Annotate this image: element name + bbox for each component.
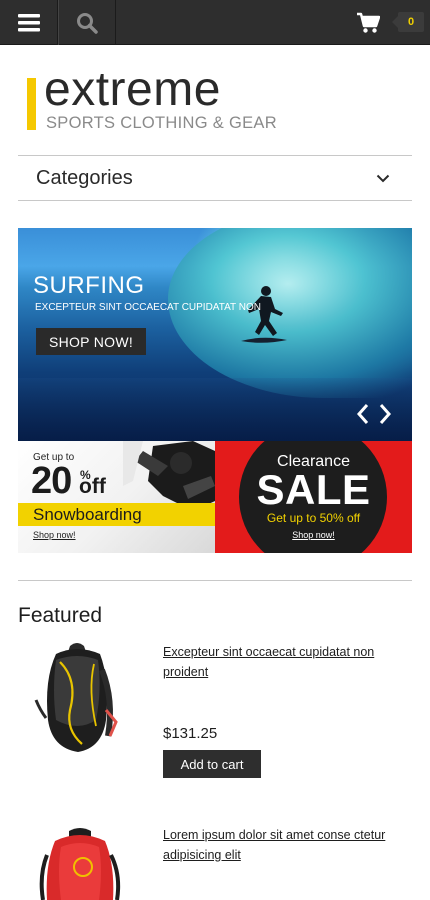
product-image-backpack-black[interactable] — [22, 640, 132, 760]
surfer-silhouette — [241, 286, 287, 343]
sale-text: SALE — [256, 466, 371, 513]
search-button[interactable] — [58, 0, 116, 45]
product-name-link[interactable]: Excepteur sint occaecat cupidatat non pr… — [163, 642, 403, 682]
menu-button[interactable] — [0, 0, 58, 45]
product-price: $131.25 — [163, 725, 218, 742]
slider-arrows — [356, 404, 392, 424]
shopping-cart-icon — [357, 12, 380, 33]
hero-title: SURFING — [33, 272, 145, 299]
categories-dropdown[interactable]: Categories — [18, 155, 412, 201]
logo-title[interactable]: extreme — [44, 64, 221, 116]
promo-shop-now-link[interactable]: Shop now! — [33, 530, 76, 540]
logo-subtitle: SPORTS CLOTHING & GEAR — [46, 114, 277, 132]
promo-category: Snowboarding — [33, 505, 142, 524]
shop-now-button[interactable]: SHOP NOW! — [36, 328, 146, 355]
cart-count-badge[interactable]: 0 — [392, 12, 424, 32]
promo-discount-number: 20 — [31, 460, 72, 502]
section-divider — [18, 580, 412, 581]
categories-label: Categories — [36, 166, 133, 189]
hero-text: EXCEPTEUR SINT OCCAECAT CUPIDATAT NON — [35, 302, 261, 313]
top-bar: 0 — [0, 0, 430, 45]
add-to-cart-button[interactable]: Add to cart — [163, 750, 261, 778]
water-foreground — [18, 378, 412, 441]
chevron-left-icon[interactable] — [356, 404, 369, 424]
logo-accent-bar — [27, 78, 36, 130]
hero-slider[interactable]: SURFING EXCEPTEUR SINT OCCAECAT CUPIDATA… — [18, 228, 412, 441]
clearance-sale-banner[interactable]: Clearance SALE Get up to 50% off Shop no… — [215, 441, 412, 553]
promo-off-text: off — [79, 475, 106, 498]
cart-button[interactable] — [348, 0, 388, 45]
snowboarder-image — [123, 441, 215, 511]
chevron-right-icon[interactable] — [379, 404, 392, 424]
snowboarding-promo-banner[interactable]: Get up to 20 % off Snowboarding Shop now… — [18, 441, 215, 553]
product-name-link[interactable]: Lorem ipsum dolor sit amet conse ctetur … — [163, 825, 403, 865]
sale-discount-text: Get up to 50% off — [266, 511, 361, 525]
sale-shop-now-link[interactable]: Shop now! — [215, 530, 412, 540]
featured-heading: Featured — [18, 604, 103, 627]
hamburger-menu-icon — [17, 13, 40, 31]
chevron-down-icon — [376, 174, 390, 182]
search-icon — [77, 12, 98, 34]
product-image-backpack-red[interactable] — [25, 825, 135, 900]
